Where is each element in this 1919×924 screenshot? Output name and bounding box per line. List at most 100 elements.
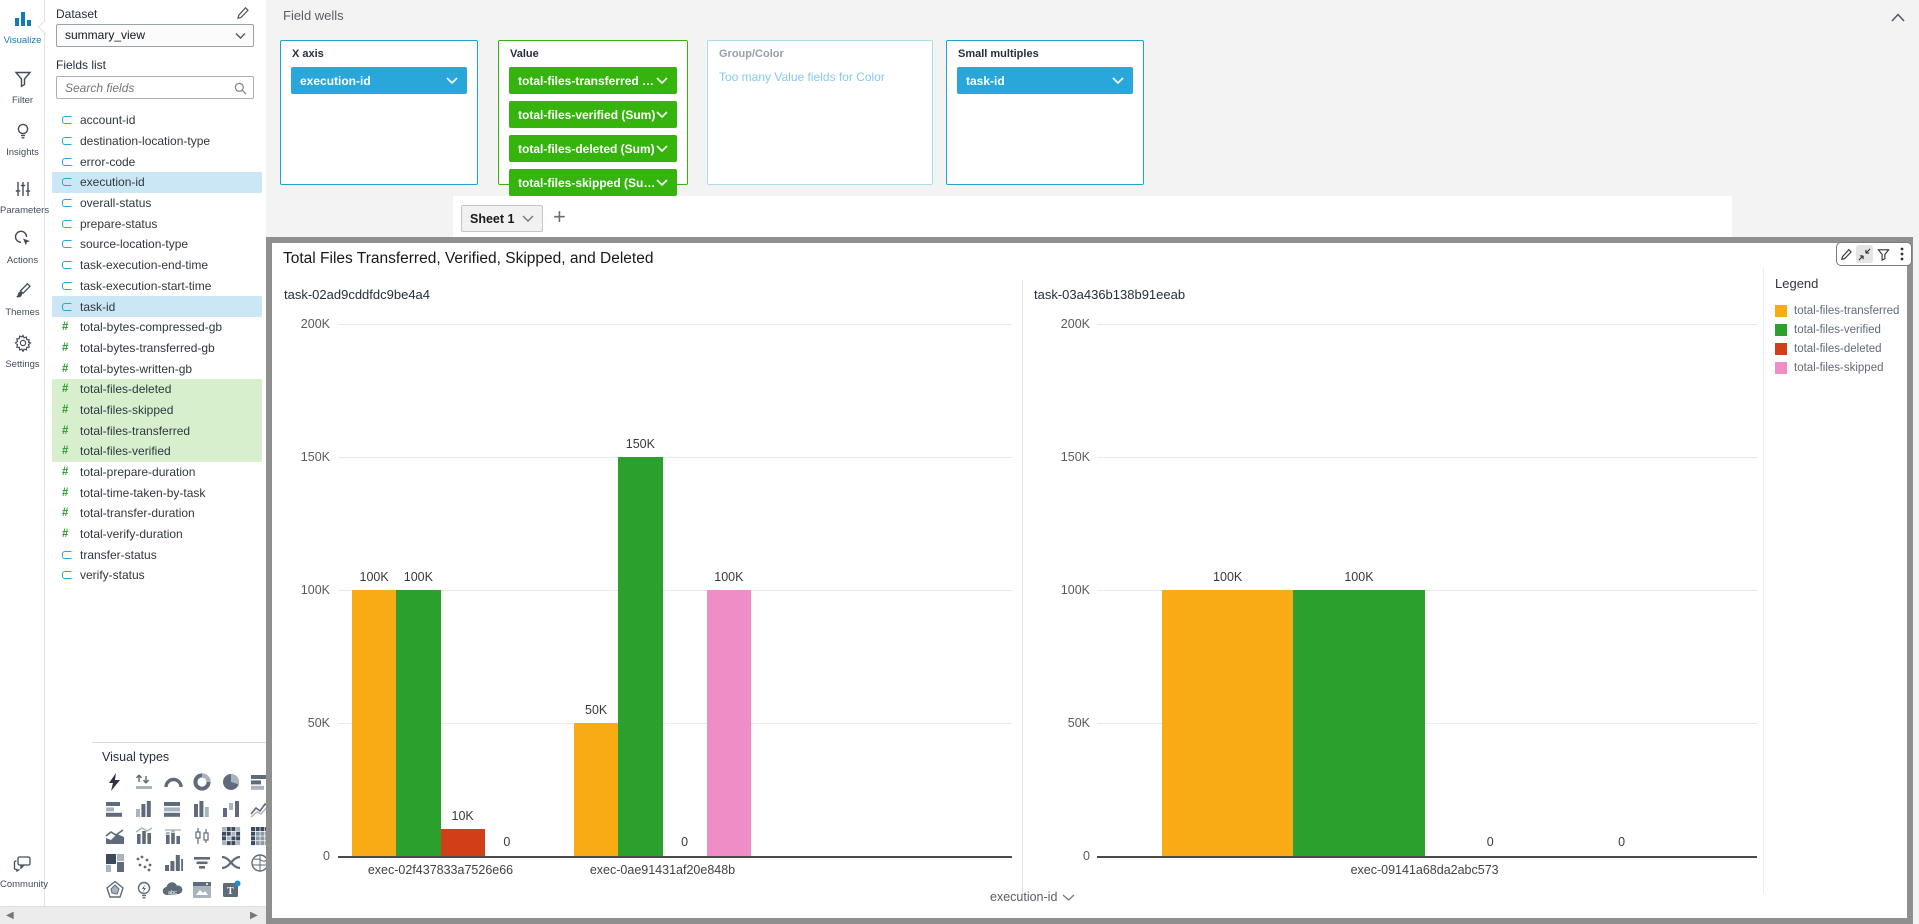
bar-total-files-verified[interactable] [1293, 590, 1424, 856]
field-item-error-code[interactable]: error-code [52, 151, 262, 172]
collapse-visual-icon[interactable] [1856, 245, 1873, 263]
nav-item-parameters[interactable]: Parameters [0, 180, 45, 216]
nav-item-insights[interactable]: Insights [0, 122, 45, 158]
visual-type-bar-vertical-grouped-icon[interactable] [129, 795, 158, 822]
field-item-verify-status[interactable]: verify-status [52, 565, 262, 586]
collapse-field-wells-chevron-up-icon[interactable] [1890, 10, 1906, 28]
gridline [1097, 457, 1757, 458]
x-axis-field-label[interactable]: execution-id [990, 890, 1075, 904]
field-pill[interactable]: total-files-skipped (Sum) [509, 169, 677, 196]
bar-total-files-skipped[interactable] [707, 590, 751, 856]
bar-total-files-transferred[interactable] [352, 590, 396, 856]
nav-item-actions[interactable]: Actions [0, 230, 45, 266]
nav-item-themes[interactable]: Themes [0, 282, 45, 318]
visual-type-kpi-icon[interactable] [129, 768, 158, 795]
field-pill[interactable]: total-files-deleted (Sum) [509, 135, 677, 162]
visual-type-radar-icon[interactable] [100, 876, 129, 903]
field-item-total-files-skipped[interactable]: #total-files-skipped [52, 400, 262, 421]
field-item-total-prepare-duration[interactable]: #total-prepare-duration [52, 462, 262, 483]
visual-type-gauge-icon[interactable] [158, 768, 187, 795]
field-pill[interactable]: total-files-verified (Sum) [509, 101, 677, 128]
visual-type-sankey-icon[interactable] [216, 849, 245, 876]
nav-item-community[interactable]: Community [0, 855, 45, 890]
sheet-tab[interactable]: Sheet 1 [461, 205, 543, 232]
field-item-total-bytes-compressed-gb[interactable]: #total-bytes-compressed-gb [52, 317, 262, 338]
field-item-transfer-status[interactable]: transfer-status [52, 544, 262, 565]
field-pill[interactable]: execution-id [291, 67, 467, 94]
dataset-dropdown[interactable]: summary_view [56, 24, 254, 47]
field-item-total-files-deleted[interactable]: #total-files-deleted [52, 379, 262, 400]
visual-type-funnel-icon[interactable] [187, 849, 216, 876]
visual-type-word-cloud-icon[interactable]: abc [158, 876, 187, 903]
visual-type-donut-icon[interactable] [187, 768, 216, 795]
visual-type-bar-horizontal-stacked-icon[interactable] [100, 795, 129, 822]
dimension-icon [62, 158, 80, 166]
field-item-total-files-transferred[interactable]: #total-files-transferred [52, 420, 262, 441]
field-item-overall-status[interactable]: overall-status [52, 193, 262, 214]
edit-dataset-pencil-icon[interactable] [236, 6, 250, 25]
field-item-total-bytes-transferred-gb[interactable]: #total-bytes-transferred-gb [52, 338, 262, 359]
visual-type-treemap-icon[interactable] [100, 849, 129, 876]
field-pill[interactable]: total-files-transferred (Sum) [509, 67, 677, 94]
chevron-down-icon [656, 76, 668, 85]
bar-total-files-verified[interactable] [618, 457, 662, 856]
field-item-source-location-type[interactable]: source-location-type [52, 234, 262, 255]
settings-icon [14, 339, 32, 356]
visual-type-pie-icon[interactable] [216, 768, 245, 795]
visual-type-histogram-icon[interactable] [158, 849, 187, 876]
field-item-total-verify-duration[interactable]: #total-verify-duration [52, 524, 262, 545]
field-item-total-files-verified[interactable]: #total-files-verified [52, 441, 262, 462]
collapse-right-arrow-icon[interactable]: ▶ [250, 910, 258, 921]
measure-icon: # [62, 342, 80, 354]
visual-type-bar-horizontal-100-icon[interactable] [158, 795, 187, 822]
field-item-destination-location-type[interactable]: destination-location-type [52, 131, 262, 152]
field-pill[interactable]: task-id [957, 67, 1133, 94]
field-item-total-bytes-written-gb[interactable]: #total-bytes-written-gb [52, 358, 262, 379]
visual-type-insight-bulb-icon[interactable] [129, 876, 158, 903]
visual-type-combo-bar-line-icon[interactable] [129, 822, 158, 849]
field-name: total-time-taken-by-task [80, 486, 205, 500]
legend-item-total-files-verified[interactable]: total-files-verified [1775, 324, 1905, 336]
menu-kebab-icon[interactable] [1893, 245, 1910, 263]
field-item-prepare-status[interactable]: prepare-status [52, 213, 262, 234]
field-name: total-verify-duration [80, 527, 183, 541]
field-item-account-id[interactable]: account-id [52, 110, 262, 131]
field-name: total-files-transferred [80, 424, 190, 438]
visual-type-area-stacked-icon[interactable] [100, 822, 129, 849]
nav-item-settings[interactable]: Settings [0, 334, 45, 370]
visual-type-heatmap-icon[interactable] [216, 822, 245, 849]
visual-type-custom-visual-icon[interactable] [187, 876, 216, 903]
bar-total-files-transferred[interactable] [574, 723, 618, 856]
collapse-left-arrow-icon[interactable]: ◀ [6, 910, 14, 921]
visual-type-scatter-icon[interactable] [129, 849, 158, 876]
chart-legend: Legend total-files-transferred total-fil… [1775, 276, 1905, 381]
field-item-total-time-taken-by-task[interactable]: #total-time-taken-by-task [52, 482, 262, 503]
filter-funnel-icon[interactable] [1875, 245, 1892, 263]
add-sheet-button[interactable]: + [553, 204, 566, 230]
nav-item-filter[interactable]: Filter [0, 70, 45, 106]
field-item-execution-id[interactable]: execution-id [52, 172, 262, 193]
measure-icon: # [62, 363, 80, 375]
search-fields-box [56, 76, 254, 99]
field-item-task-id[interactable]: task-id [52, 296, 262, 317]
svg-text:T: T [227, 886, 234, 897]
visual-type-combo-stacked-icon[interactable] [158, 822, 187, 849]
edit-pencil-icon[interactable] [1838, 245, 1855, 263]
visual-type-insight-icon[interactable] [100, 768, 129, 795]
field-item-task-execution-start-time[interactable]: task-execution-start-time [52, 276, 262, 297]
visual-type-bar-vertical-stacked-icon[interactable] [187, 795, 216, 822]
search-fields-input[interactable] [57, 77, 229, 98]
visual-type-text-box-icon[interactable]: T [216, 876, 245, 903]
visual-type-waterfall-icon[interactable] [216, 795, 245, 822]
legend-item-total-files-transferred[interactable]: total-files-transferred [1775, 305, 1905, 317]
legend-label: total-files-verified [1794, 324, 1881, 336]
visual-container[interactable] [266, 237, 1913, 924]
visual-toolbar [1836, 242, 1912, 266]
field-item-total-transfer-duration[interactable]: #total-transfer-duration [52, 503, 262, 524]
legend-item-total-files-skipped[interactable]: total-files-skipped [1775, 362, 1905, 374]
visual-title: Total Files Transferred, Verified, Skipp… [283, 250, 653, 268]
legend-item-total-files-deleted[interactable]: total-files-deleted [1775, 343, 1905, 355]
visual-type-box-plot-icon[interactable] [187, 822, 216, 849]
field-item-task-execution-end-time[interactable]: task-execution-end-time [52, 255, 262, 276]
bar-total-files-transferred[interactable] [1162, 590, 1293, 856]
